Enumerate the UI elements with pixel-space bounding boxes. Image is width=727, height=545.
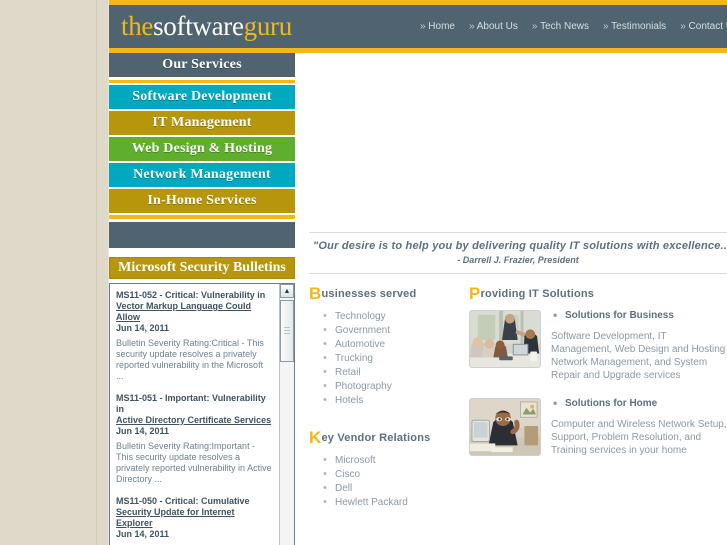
tagline-block: "Our desire is to help you by delivering…: [309, 232, 727, 274]
sidebar-item-it-management[interactable]: IT Management: [109, 111, 295, 135]
bulletin-title-text: MS11-051 - Important: Vulnerability in: [116, 393, 266, 414]
sidebar-rule: [109, 80, 295, 83]
list-item: Photography: [321, 379, 451, 394]
bulletins-scrollbar[interactable]: ▲ ▼: [279, 284, 294, 545]
solution-home: Solutions for Home Computer and Wireless…: [469, 396, 727, 457]
dropcap-k: K: [309, 428, 322, 447]
home-office-photo: [469, 398, 541, 456]
bulletins-list: MS11-052 - Critical: Vulnerability in Vec…: [110, 284, 279, 545]
dropcap-b: B: [309, 284, 322, 303]
site-header: thesoftwareguru Home About Us Tech News …: [109, 5, 727, 48]
logo-software: software: [153, 11, 244, 41]
bulletin-description: Bulletin Severity Rating:Important - Thi…: [116, 441, 272, 484]
bulletin-title-text: MS11-052 - Critical: Vulnerability in: [116, 290, 266, 300]
list-item: Government: [321, 323, 451, 338]
list-item: Cisco: [321, 467, 451, 482]
nav-link-contact-us[interactable]: Contact U: [680, 21, 727, 32]
site-logo[interactable]: thesoftwareguru: [121, 13, 292, 40]
key-vendor-relations-heading-text: ey Vendor Relations: [321, 432, 431, 444]
list-item: Trucking: [321, 351, 451, 366]
nav-link-tech-news[interactable]: Tech News: [532, 21, 589, 32]
providing-it-solutions-heading: Providing IT Solutions: [469, 285, 727, 302]
solution-home-text: Computer and Wireless Network Setup, Sup…: [551, 419, 727, 456]
sidebar-item-our-services[interactable]: Our Services: [109, 53, 295, 77]
main-content: "Our desire is to help you by delivering…: [295, 53, 727, 510]
quote-attribution: - Darrell J. Frazier, President: [457, 255, 579, 265]
security-bulletins-panel: Microsoft Security Bulletins MS11-052 - …: [109, 257, 295, 545]
logo-guru: guru: [243, 11, 293, 41]
bulletin-title: MS11-050 - Critical: Cumulative Security …: [116, 496, 273, 529]
nav-link-home[interactable]: Home: [420, 21, 455, 32]
sidebar-item-network-management[interactable]: Network Management: [109, 163, 295, 187]
list-item: Hewlett Packard: [321, 495, 451, 510]
list-item: Technology: [321, 309, 451, 324]
bulletin-title: MS11-052 - Critical: Vulnerability in Vec…: [116, 290, 273, 323]
solution-business-text: Software Development, IT Management, Web…: [551, 331, 726, 381]
nav-link-testimonials[interactable]: Testimonials: [603, 21, 666, 32]
bulletins-heading: Microsoft Security Bulletins: [109, 257, 295, 279]
nav-link-about-us[interactable]: About Us: [469, 21, 518, 32]
list-item: Dell: [321, 481, 451, 496]
solution-home-body: Solutions for Home Computer and Wireless…: [551, 396, 727, 457]
website-page: thesoftwareguru Home About Us Tech News …: [108, 0, 727, 545]
bulletin-item[interactable]: MS11-051 - Important: Vulnerability in Ac…: [116, 393, 273, 485]
bulletin-title: MS11-051 - Important: Vulnerability in Ac…: [116, 393, 273, 426]
businesses-served-heading: Businesses served: [309, 285, 451, 302]
company-quote: "Our desire is to help you by delivering…: [313, 240, 727, 252]
scroll-up-arrow-icon[interactable]: ▲: [280, 284, 294, 298]
dropcap-p: P: [469, 284, 481, 303]
bulletin-date: Jun 14, 2011: [116, 323, 170, 333]
list-item: Retail: [321, 365, 451, 380]
key-vendor-relations-heading: Key Vendor Relations: [309, 429, 451, 446]
browser-viewport: thesoftwareguru Home About Us Tech News …: [0, 0, 727, 545]
bulletin-title-link[interactable]: Active Directory Certificate Services: [116, 415, 271, 425]
bulletin-item[interactable]: MS11-050 - Critical: Cumulative Security …: [116, 496, 273, 545]
sidebar-item-in-home-services[interactable]: In-Home Services: [109, 189, 295, 213]
bulletin-title-link[interactable]: Vector Markup Language Could Allow: [116, 301, 251, 322]
sidebar-item-web-design-hosting[interactable]: Web Design & Hosting: [109, 137, 295, 161]
sidebar: Our Services Software Development IT Man…: [109, 53, 295, 545]
solution-business: Solutions for Business Software Developm…: [469, 308, 727, 382]
hero-banner-area: [309, 53, 727, 232]
list-item: Automotive: [321, 337, 451, 352]
businesses-served-heading-text: usinesses served: [321, 288, 417, 300]
bulletin-item[interactable]: MS11-052 - Critical: Vulnerability in Vec…: [116, 290, 273, 382]
logo-the: the: [121, 11, 154, 41]
bulletin-description: Bulletin Severity Rating:Critical - This…: [116, 338, 264, 381]
page-body: Our Services Software Development IT Man…: [109, 53, 727, 545]
content-columns: Businesses served Technology Government …: [309, 285, 727, 510]
business-meeting-photo: [469, 310, 541, 368]
bulletin-title-link[interactable]: Security Update for Internet Explorer: [116, 507, 235, 528]
key-vendor-relations-list: Microsoft Cisco Dell Hewlett Packard: [321, 453, 451, 510]
right-content-column: Providing IT Solutions • Solutions for B…: [459, 285, 727, 510]
sidebar-bottom-rule: [109, 215, 295, 219]
solution-business-body: Solutions for Business Software Developm…: [551, 308, 727, 382]
providing-it-solutions-heading-text: roviding IT Solutions: [480, 288, 595, 300]
bulletins-scroll-box: MS11-052 - Critical: Vulnerability in Vec…: [109, 283, 295, 545]
primary-navigation: Home About Us Tech News Testimonials Con…: [420, 21, 727, 32]
page-gutter-rule: [96, 0, 97, 545]
list-item: Microsoft: [321, 453, 451, 468]
sidebar-filler-panel: [109, 222, 295, 248]
solution-business-heading: Solutions for Business: [551, 308, 727, 322]
bulletin-date: Jun 14, 2011: [116, 426, 170, 436]
services-menu: Our Services Software Development IT Man…: [109, 53, 295, 248]
bulletin-date: Jun 14, 2011: [116, 529, 170, 539]
left-content-column: Businesses served Technology Government …: [309, 285, 459, 510]
scrollbar-thumb[interactable]: [280, 300, 294, 362]
solution-home-heading: Solutions for Home: [551, 396, 727, 410]
businesses-served-list: Technology Government Automotive Truckin…: [321, 309, 451, 408]
list-item: Hotels: [321, 393, 451, 408]
bulletin-title-text: MS11-050 - Critical: Cumulative: [116, 496, 250, 506]
sidebar-item-software-development[interactable]: Software Development: [109, 85, 295, 109]
